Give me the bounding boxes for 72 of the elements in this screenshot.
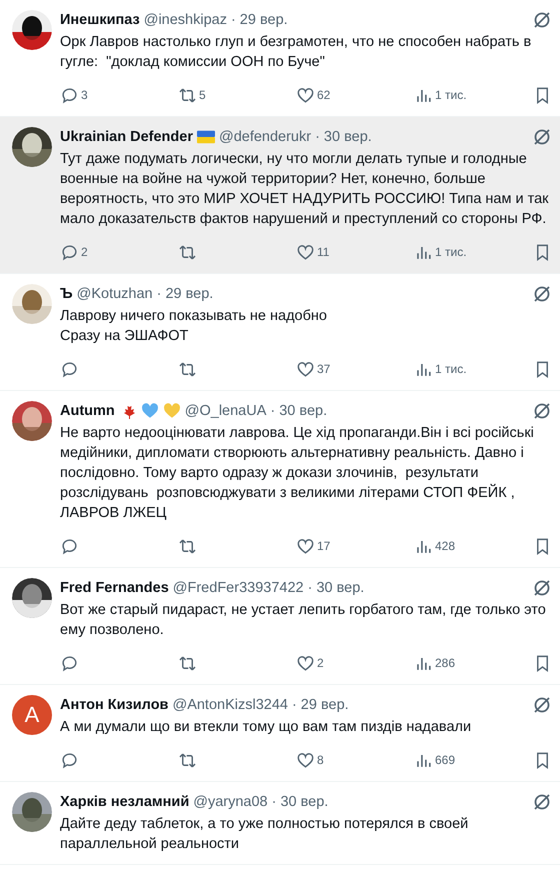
heart-icon[interactable] (296, 86, 315, 104)
tweet-text: А ми думали що ви втекли тому що вам там пиздів надавали (60, 718, 472, 737)
user-handle[interactable]: @O_lenaUA (184, 403, 266, 419)
tweet-text: Тут даже подумать логически, ну что могли делать тупые и голодные военные на войне на чужой территории? Нет, конечно, больше вероятность, что это МИР ХОЧЕТ НАДУРИТЬ РОССИЮ! Типа нам и так мало доказательств фактов нарушений и преступлений со стороны РФ. (60, 150, 550, 229)
reply-icon[interactable] (60, 86, 79, 104)
user-name[interactable]: Ukrainian Defender (60, 129, 193, 145)
action-count: 62 (317, 88, 330, 102)
post-date[interactable]: · 30 вер. (308, 580, 364, 596)
tweet-text: Лаврову ничего показывать не надобно Сразу на ЭШАФОТ (60, 307, 328, 346)
heart-icon[interactable] (296, 536, 315, 556)
slashed-circle-icon[interactable] (532, 401, 552, 421)
retweet-icon[interactable] (178, 360, 197, 378)
user-handle[interactable]: @AntonKizsl3244 (172, 697, 288, 713)
slashed-circle-icon[interactable] (532, 127, 552, 147)
retweet-icon[interactable] (178, 86, 197, 104)
tweet-text: Орк Лавров настолько глуп и безграмотен, что не способен набрать в гугле: "доклад комиссии ООН по Буче" (60, 33, 532, 72)
tweet-text: Вот же старый пидараст, не устает лепить горбатого там, где только это ему позволено. (60, 601, 547, 640)
user-handle[interactable]: @FredFer33937422 (172, 580, 304, 596)
user-name[interactable]: Autumn (60, 403, 115, 419)
retweet-icon[interactable] (178, 242, 197, 262)
slashed-circle-icon[interactable] (532, 284, 552, 304)
post-date[interactable]: · 29 вер. (156, 286, 214, 302)
action-count: 5 (199, 88, 206, 102)
heart-icon[interactable] (296, 360, 315, 378)
post-date[interactable]: · 29 вер. (230, 12, 288, 28)
action-count: 1 тис. (435, 245, 467, 259)
tweet-text: Не варто недооцінювати лаврова. Це хід пропаганди.Він і всі російські медійники, дипломати створюють альтернативну реальність. Давно і послідовно. Тому варто одразу ж докази злочинів, результати розслідувань розповсюджувати з великими літерами СТОП ФЕЙК , ЛАВРОВ ЛЖЕЦ (60, 424, 535, 523)
heart-icon (162, 403, 181, 419)
flag-icon (196, 129, 215, 145)
post-date[interactable]: · 29 вер. (292, 697, 349, 713)
heart-icon[interactable] (296, 654, 315, 672)
action-count: 3 (81, 88, 88, 102)
user-name[interactable]: Инешкипаз (60, 12, 140, 28)
slashed-circle-icon[interactable] (532, 792, 552, 812)
user-handle[interactable]: @yaryna08 (193, 794, 268, 810)
user-handle[interactable]: @ineshkipaz (144, 12, 227, 28)
action-count: 428 (435, 539, 456, 553)
reply-icon[interactable] (60, 536, 79, 556)
retweet-icon[interactable] (178, 536, 197, 556)
reply-icon[interactable] (60, 242, 79, 262)
retweet-icon[interactable] (178, 750, 197, 770)
action-count: 37 (317, 362, 330, 376)
retweet-icon[interactable] (178, 654, 197, 672)
heart-icon[interactable] (296, 750, 315, 770)
user-name[interactable]: Антон Кизилов (60, 697, 168, 713)
heart-icon[interactable] (296, 242, 315, 262)
action-count: 286 (435, 656, 456, 670)
user-name[interactable]: Fred Fernandes (60, 580, 169, 596)
slashed-circle-icon[interactable] (532, 695, 552, 715)
user-name[interactable]: Харків незламний (60, 794, 190, 810)
tweet-text: Дайте деду таблеток, а то уже полностью потерялся в своей параллельной реальности (60, 815, 470, 854)
post-date[interactable]: · 30 вер. (272, 794, 328, 810)
action-count: 1 тис. (435, 362, 467, 376)
action-count: 1 тис. (435, 88, 467, 102)
user-name[interactable]: Ъ (60, 286, 73, 302)
action-count: 2 (317, 656, 324, 670)
reply-icon[interactable] (60, 360, 79, 378)
heart-icon (140, 403, 159, 419)
user-handle[interactable]: @defenderukr (218, 129, 312, 145)
post-date[interactable]: · 30 вер. (270, 403, 328, 419)
user-handle[interactable]: @Kotuzhan (76, 286, 153, 302)
slashed-circle-icon[interactable] (532, 10, 552, 30)
avatar[interactable]: A (12, 695, 52, 735)
action-count: 669 (435, 753, 456, 767)
reply-icon[interactable] (60, 654, 79, 672)
action-count: 2 (81, 245, 88, 259)
action-count: 11 (317, 245, 330, 259)
post-date[interactable]: · 30 вер. (315, 129, 372, 145)
reply-icon[interactable] (60, 750, 79, 770)
slashed-circle-icon[interactable] (532, 578, 552, 598)
action-count: 17 (317, 539, 330, 553)
action-count: 8 (317, 753, 324, 767)
